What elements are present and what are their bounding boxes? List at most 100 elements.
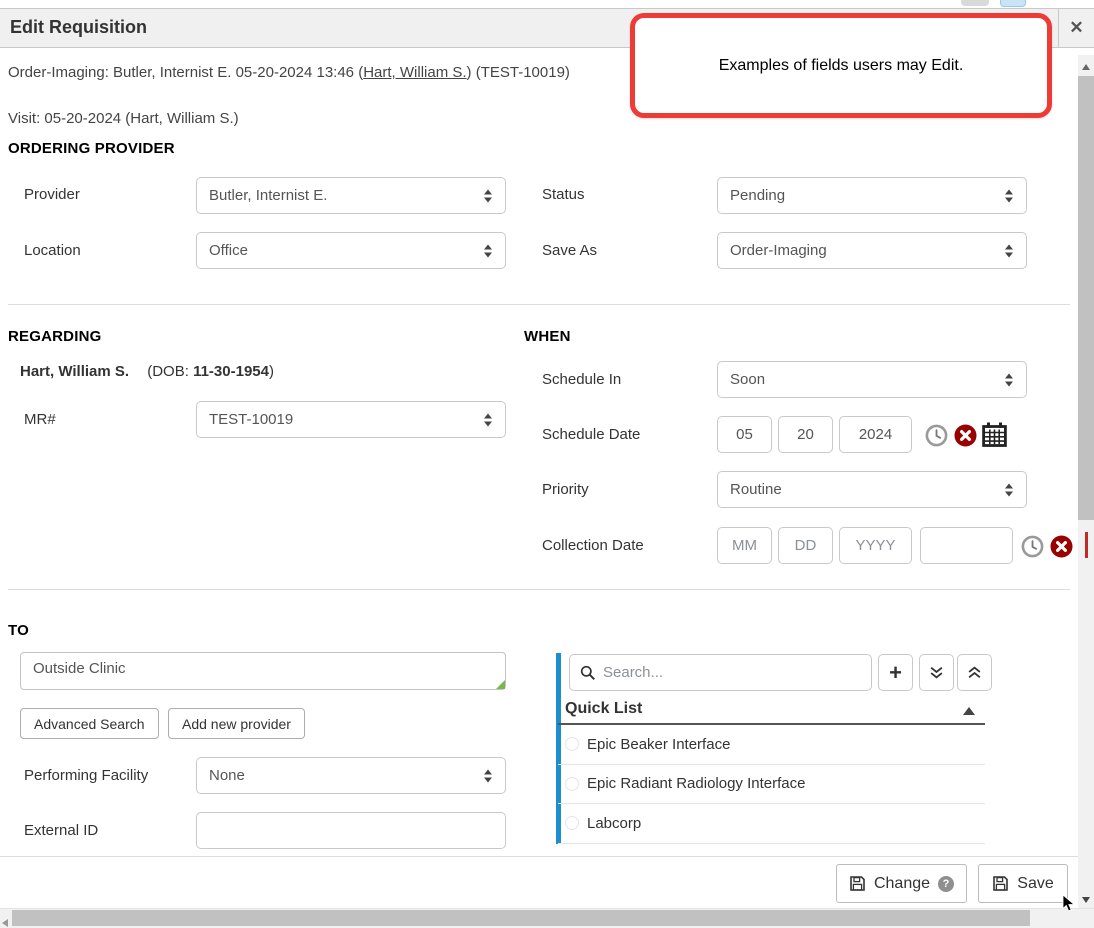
dob-suffix: ) xyxy=(269,363,274,380)
save-as-label: Save As xyxy=(542,242,597,259)
visit-summary-line: Visit: 05-20-2024 (Hart, William S.) xyxy=(8,110,239,127)
directory-search-box xyxy=(569,654,872,691)
clipped-toolbar-button[interactable] xyxy=(961,0,989,6)
quick-list: Epic Beaker Interface Epic Radiant Radio… xyxy=(558,725,985,844)
scroll-left-arrow-icon[interactable] xyxy=(2,919,8,927)
select-arrows-icon xyxy=(484,244,492,257)
search-input[interactable] xyxy=(603,664,861,681)
scroll-down-arrow-icon[interactable] xyxy=(1082,897,1090,903)
collection-month-input[interactable] xyxy=(717,527,772,564)
performing-facility-select-value: None xyxy=(209,767,245,784)
status-select-value: Pending xyxy=(730,187,785,204)
clipped-calendar-icon xyxy=(1085,532,1088,558)
external-id-label: External ID xyxy=(24,822,98,839)
collection-day-input[interactable] xyxy=(778,527,833,564)
schedule-date-label: Schedule Date xyxy=(542,426,640,443)
radio-icon xyxy=(565,777,579,791)
collapse-section-icon[interactable] xyxy=(963,707,975,715)
double-chevron-down-icon xyxy=(929,665,944,680)
order-summary-prefix: Order-Imaging: Butler, Internist E. 05-2… xyxy=(8,64,363,81)
schedule-month-input[interactable] xyxy=(717,416,772,453)
save-button[interactable]: Save xyxy=(978,864,1068,903)
radio-icon xyxy=(565,816,579,830)
external-id-input[interactable] xyxy=(196,812,506,849)
provider-select[interactable]: Butler, Internist E. xyxy=(196,177,506,214)
performing-facility-select[interactable]: None xyxy=(196,757,506,794)
footer-divider xyxy=(0,856,1078,857)
textarea-resize-grip[interactable] xyxy=(496,680,505,689)
calendar-icon[interactable] xyxy=(982,422,1007,447)
close-button[interactable]: ✕ xyxy=(1058,8,1094,48)
select-arrows-icon xyxy=(1005,373,1013,386)
recipient-textarea[interactable]: Outside Clinic xyxy=(20,652,506,690)
list-item[interactable]: Labcorp xyxy=(558,804,985,844)
save-as-select[interactable]: Order-Imaging xyxy=(717,232,1027,269)
list-item[interactable]: Epic Beaker Interface xyxy=(558,725,985,765)
save-disk-icon xyxy=(849,875,866,892)
schedule-in-select-value: Soon xyxy=(730,371,765,388)
mr-label: MR# xyxy=(24,411,56,428)
select-arrows-icon xyxy=(484,769,492,782)
search-icon xyxy=(580,665,596,681)
status-label: Status xyxy=(542,186,585,203)
list-item-label: Labcorp xyxy=(587,815,641,832)
schedule-time-clock-icon[interactable] xyxy=(925,424,948,447)
change-button[interactable]: Change ? xyxy=(836,864,967,903)
patient-link[interactable]: Hart, William S. xyxy=(363,64,466,81)
dob-prefix: (DOB: xyxy=(147,363,189,380)
location-select-value: Office xyxy=(209,242,248,259)
select-arrows-icon xyxy=(1005,189,1013,202)
list-item-label: Epic Beaker Interface xyxy=(587,736,730,753)
status-select[interactable]: Pending xyxy=(717,177,1027,214)
double-chevron-up-icon xyxy=(967,665,982,680)
select-arrows-icon xyxy=(484,413,492,426)
clipped-toolbar-button-blue[interactable] xyxy=(1000,0,1026,7)
collection-time-clock-icon[interactable] xyxy=(1021,535,1044,558)
vertical-scrollbar-thumb[interactable] xyxy=(1078,76,1094,520)
mr-select-value: TEST-10019 xyxy=(209,411,293,428)
edit-requisition-modal: Edit Requisition ✕ Examples of fields us… xyxy=(0,0,1094,928)
schedule-day-input[interactable] xyxy=(778,416,833,453)
collection-time-input[interactable] xyxy=(920,527,1013,564)
section-regarding: REGARDING xyxy=(8,328,101,345)
patient-dob-line: Hart, William S. (DOB: 11-30-1954) xyxy=(20,363,274,380)
help-icon[interactable]: ? xyxy=(938,876,954,892)
section-ordering-provider: ORDERING PROVIDER xyxy=(8,140,175,157)
schedule-in-select[interactable]: Soon xyxy=(717,361,1027,398)
mouse-cursor xyxy=(1062,894,1075,918)
expand-all-button[interactable] xyxy=(919,654,954,691)
provider-select-value: Butler, Internist E. xyxy=(209,187,327,204)
save-disk-icon xyxy=(992,875,1009,892)
add-new-provider-button[interactable]: Add new provider xyxy=(168,708,305,739)
priority-select-value: Routine xyxy=(730,481,782,498)
collection-date-clear-icon[interactable] xyxy=(1050,535,1073,558)
save-button-label: Save xyxy=(1017,875,1053,893)
select-arrows-icon xyxy=(484,189,492,202)
annotation-text: Examples of fields users may Edit. xyxy=(719,57,964,75)
annotation-callout: Examples of fields users may Edit. xyxy=(630,13,1052,118)
priority-label: Priority xyxy=(542,481,589,498)
schedule-date-clear-icon[interactable] xyxy=(954,424,977,447)
section-divider xyxy=(8,589,1070,590)
change-button-label: Change xyxy=(874,875,930,893)
schedule-year-input[interactable] xyxy=(839,416,912,453)
list-item-label: Epic Radiant Radiology Interface xyxy=(587,775,805,792)
select-arrows-icon xyxy=(1005,483,1013,496)
scroll-up-arrow-icon[interactable] xyxy=(1082,64,1090,70)
advanced-search-button[interactable]: Advanced Search xyxy=(20,708,159,739)
mr-select[interactable]: TEST-10019 xyxy=(196,401,506,438)
add-recipient-button[interactable]: + xyxy=(878,654,913,691)
location-select[interactable]: Office xyxy=(196,232,506,269)
schedule-in-label: Schedule In xyxy=(542,371,621,388)
radio-icon xyxy=(565,737,579,751)
horizontal-scrollbar-thumb[interactable] xyxy=(12,910,1030,926)
list-item[interactable]: Epic Radiant Radiology Interface xyxy=(558,765,985,805)
provider-label: Provider xyxy=(24,186,80,203)
section-divider xyxy=(8,304,1070,305)
section-when: WHEN xyxy=(524,328,571,345)
order-summary-suffix: ) (TEST-10019) xyxy=(467,64,570,81)
plus-icon: + xyxy=(889,662,902,684)
collapse-all-button[interactable] xyxy=(957,654,992,691)
collection-year-input[interactable] xyxy=(839,527,912,564)
priority-select[interactable]: Routine xyxy=(717,471,1027,508)
